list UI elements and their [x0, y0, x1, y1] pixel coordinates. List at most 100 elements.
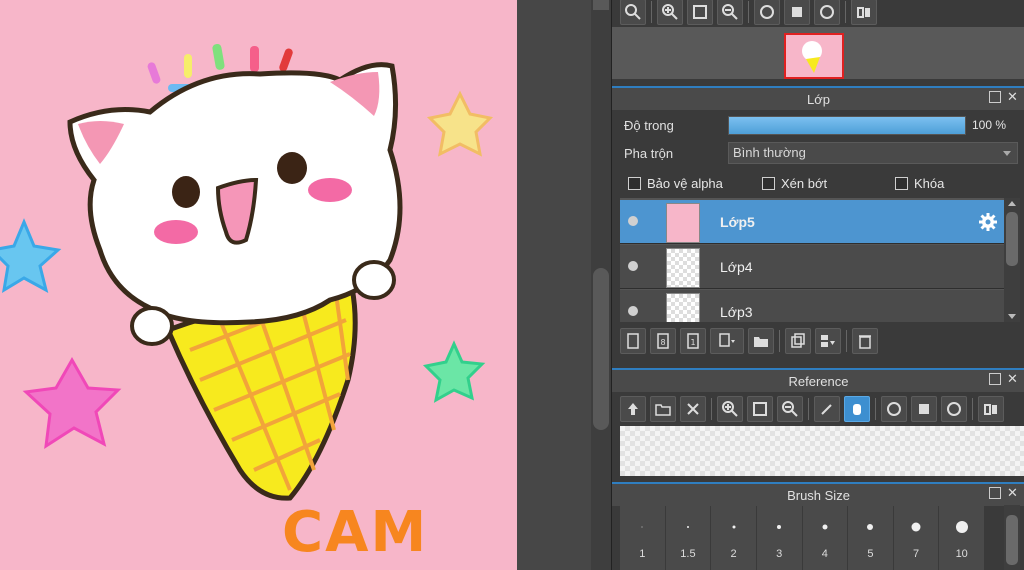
- visibility-icon[interactable]: [628, 261, 638, 271]
- navigator-preview[interactable]: [612, 27, 1024, 79]
- upload-icon[interactable]: [620, 396, 646, 422]
- clipping-checkbox[interactable]: Xén bớt: [762, 176, 827, 191]
- flip-horizontal-icon[interactable]: [851, 0, 877, 25]
- new-1bit-layer-icon[interactable]: 1: [680, 328, 706, 354]
- brush-dot: [822, 524, 828, 530]
- layer-thumbnail: [666, 248, 700, 288]
- brush-size-option[interactable]: 10: [939, 505, 984, 570]
- trash-icon[interactable]: [852, 328, 878, 354]
- new-layer-icon[interactable]: [620, 328, 646, 354]
- brush-size-option[interactable]: 7: [893, 505, 939, 570]
- brush-size-option[interactable]: 4: [802, 505, 848, 570]
- undock-icon[interactable]: [989, 91, 1001, 103]
- lock-checkbox[interactable]: Khóa: [895, 176, 944, 191]
- close-icon[interactable]: ✕: [1007, 486, 1019, 499]
- checkbox-box[interactable]: [628, 177, 641, 190]
- zoom-out-icon[interactable]: [717, 0, 743, 25]
- reference-panel-header: Reference ✕: [612, 368, 1024, 392]
- scroll-down-arrow[interactable]: [1008, 314, 1016, 319]
- layer-list-scrollbar[interactable]: [1004, 198, 1020, 322]
- flip-horizontal-icon[interactable]: [978, 396, 1004, 422]
- brush-size-label: 2: [730, 548, 737, 560]
- opacity-slider[interactable]: [728, 116, 966, 135]
- layer-name[interactable]: Lớp4: [720, 259, 753, 275]
- brush-size-grid: 1 1.5 2 3 4 5 7 10: [620, 505, 984, 570]
- fit-screen-icon[interactable]: [687, 0, 713, 25]
- navigator-thumbnail[interactable]: [784, 33, 844, 79]
- close-icon[interactable]: ✕: [1007, 90, 1019, 103]
- eyedropper-icon[interactable]: [814, 396, 840, 422]
- merge-down-icon[interactable]: [815, 328, 841, 354]
- scrollbar-thumb[interactable]: [593, 268, 609, 430]
- close-icon[interactable]: ✕: [1007, 372, 1019, 385]
- left-cheek: [154, 220, 198, 244]
- scroll-up-arrow[interactable]: [593, 0, 609, 10]
- left-eye: [172, 176, 200, 208]
- layer-row-lop5[interactable]: Lớp5: [620, 200, 1004, 244]
- drawing-canvas[interactable]: CAM: [0, 0, 517, 570]
- zoom-in-icon[interactable]: [657, 0, 683, 25]
- folder-icon[interactable]: [748, 328, 774, 354]
- scrollbar-thumb[interactable]: [1006, 515, 1018, 565]
- gear-icon[interactable]: [978, 212, 998, 232]
- rotate-right-icon[interactable]: [941, 396, 967, 422]
- reference-canvas[interactable]: [620, 426, 1024, 476]
- hand-icon[interactable]: [844, 396, 870, 422]
- rotate-right-icon[interactable]: [814, 0, 840, 25]
- lock-label: Khóa: [914, 176, 945, 191]
- opacity-value: 100 %: [972, 118, 1007, 132]
- brush-dot: [732, 525, 736, 529]
- checkbox-box[interactable]: [895, 177, 908, 190]
- layer-name[interactable]: Lớp3: [720, 304, 753, 320]
- checkbox-box[interactable]: [762, 177, 775, 190]
- brush-size-option[interactable]: 1: [620, 505, 665, 570]
- toolbar-separator: [845, 1, 846, 23]
- layer-name[interactable]: Lớp5: [720, 214, 755, 230]
- toolbar-separator: [846, 330, 847, 352]
- brush-size-label: 1: [639, 548, 646, 560]
- zoom-fit-icon[interactable]: [620, 0, 646, 25]
- layer-actions-toolbar: 8 1: [620, 327, 878, 355]
- scroll-up-arrow[interactable]: [1008, 201, 1016, 206]
- close-icon[interactable]: [680, 396, 706, 422]
- brush-dot: [955, 521, 968, 533]
- open-folder-icon[interactable]: [650, 396, 676, 422]
- layer-list: Lớp5 Lớp4 Lớp3: [620, 198, 1004, 322]
- layer-row-lop4[interactable]: Lớp4: [620, 245, 1004, 289]
- zoom-out-icon[interactable]: [777, 396, 803, 422]
- layer-panel-title: Lớp: [807, 91, 830, 107]
- sprinkle: [250, 46, 259, 72]
- sprinkle: [279, 48, 293, 72]
- brush-dot: [686, 526, 689, 528]
- brush-size-option[interactable]: 1.5: [665, 505, 711, 570]
- brush-size-label: 10: [955, 548, 968, 560]
- undock-icon[interactable]: [989, 487, 1001, 499]
- fit-screen-icon[interactable]: [747, 396, 773, 422]
- zoom-in-icon[interactable]: [717, 396, 743, 422]
- rotate-left-icon[interactable]: [754, 0, 780, 25]
- canvas-vertical-scrollbar[interactable]: [591, 0, 611, 570]
- duplicate-layer-icon[interactable]: [785, 328, 811, 354]
- rotate-left-icon[interactable]: [881, 396, 907, 422]
- undock-icon[interactable]: [989, 373, 1001, 385]
- visibility-icon[interactable]: [628, 306, 638, 316]
- artwork: [0, 43, 494, 501]
- visibility-icon[interactable]: [628, 216, 638, 226]
- scrollbar-thumb[interactable]: [1006, 212, 1018, 266]
- brush-size-option[interactable]: 5: [848, 505, 893, 570]
- alpha-protect-checkbox[interactable]: Bảo vệ alpha: [628, 176, 723, 191]
- blend-mode-select[interactable]: Bình thường: [728, 142, 1018, 164]
- new-8bit-layer-icon[interactable]: 8: [650, 328, 676, 354]
- brush-size-option[interactable]: 2: [711, 505, 756, 570]
- right-cheek: [308, 178, 352, 202]
- add-layer-menu-icon[interactable]: [710, 328, 744, 354]
- layer-row-lop3[interactable]: Lớp3: [620, 290, 1004, 322]
- reset-view-icon[interactable]: [784, 0, 810, 25]
- brush-size-scrollbar[interactable]: [1004, 505, 1020, 570]
- toolbar-separator: [972, 398, 973, 420]
- green-star: [422, 340, 486, 403]
- reset-view-icon[interactable]: [911, 396, 937, 422]
- brush-size-panel-header: Brush Size ✕: [612, 482, 1024, 506]
- layer-panel-header: Lớp ✕: [612, 86, 1024, 110]
- brush-size-option[interactable]: 3: [756, 505, 802, 570]
